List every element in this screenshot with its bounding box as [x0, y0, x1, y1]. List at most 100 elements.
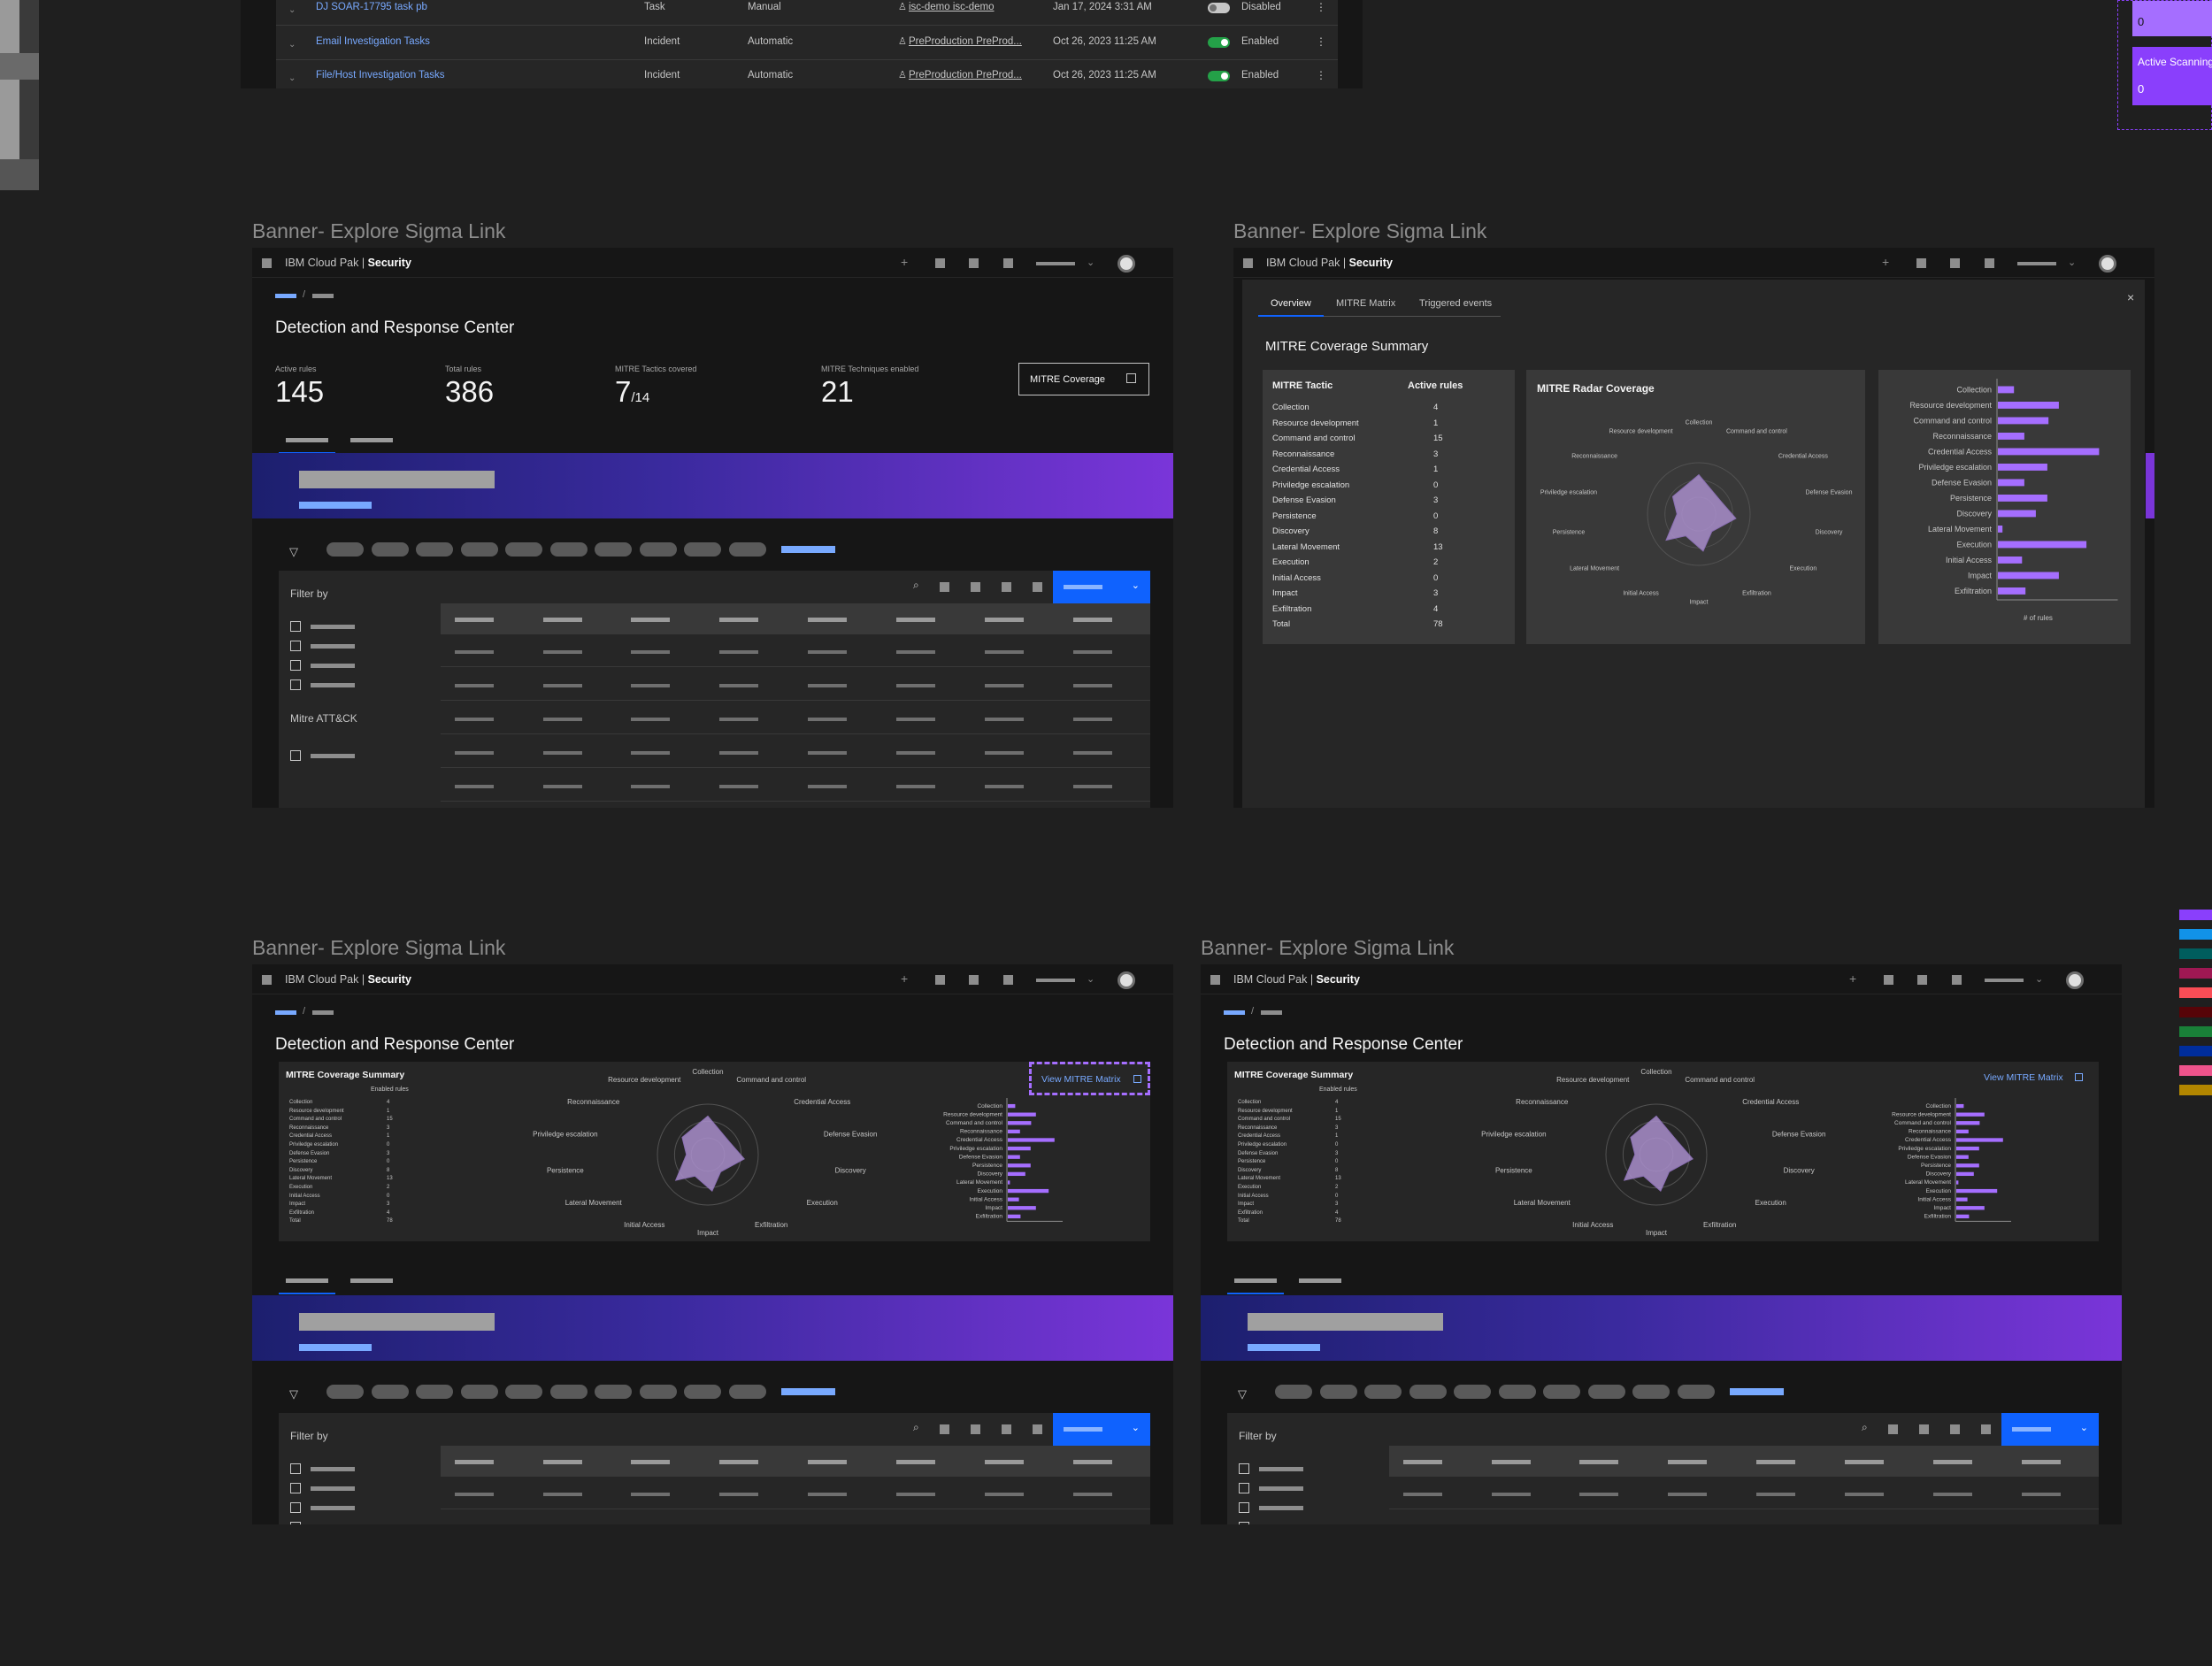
- filter-pill[interactable]: [728, 542, 766, 557]
- header-icon[interactable]: [1985, 258, 1994, 268]
- breadcrumb-item[interactable]: [1224, 1010, 1245, 1015]
- header-icon[interactable]: [935, 975, 945, 985]
- filter-icon[interactable]: ▽: [289, 1387, 298, 1401]
- filter-pill[interactable]: [549, 542, 588, 557]
- toolbar-icon[interactable]: [940, 1424, 949, 1434]
- filter-pill[interactable]: [460, 542, 498, 557]
- header-icon[interactable]: [969, 258, 979, 268]
- tab[interactable]: [350, 1278, 393, 1283]
- filter-pill[interactable]: [684, 1385, 721, 1399]
- filter-pill[interactable]: [326, 542, 364, 557]
- tab[interactable]: [286, 1278, 328, 1283]
- filter-pill[interactable]: [639, 542, 677, 557]
- chevron-down-icon[interactable]: ⌄: [1087, 973, 1094, 985]
- filter-checkbox[interactable]: [290, 621, 301, 632]
- primary-dropdown-button[interactable]: ⌄: [1053, 1413, 1150, 1446]
- overflow-menu-icon[interactable]: ⋮: [1316, 1, 1326, 13]
- filter-checkbox[interactable]: [1239, 1502, 1249, 1513]
- filter-pill[interactable]: [549, 1385, 588, 1399]
- breadcrumb-item[interactable]: [312, 294, 334, 298]
- filter-pill[interactable]: [326, 1385, 364, 1399]
- account-select[interactable]: [1036, 979, 1075, 982]
- avatar[interactable]: [2099, 255, 2116, 273]
- view-mitre-matrix-link[interactable]: View MITRE Matrix: [1978, 1069, 2093, 1088]
- row-name-link[interactable]: File/Host Investigation Tasks: [316, 70, 445, 81]
- avatar[interactable]: [1118, 971, 1135, 989]
- product-name[interactable]: IBM Cloud Pak | Security: [1266, 257, 1393, 269]
- tab-overview[interactable]: Overview: [1271, 298, 1311, 309]
- column-header[interactable]: [1403, 1460, 1442, 1464]
- product-name[interactable]: IBM Cloud Pak | Security: [285, 257, 411, 269]
- filter-pill[interactable]: [1587, 1385, 1625, 1399]
- filter-icon[interactable]: ▽: [1238, 1387, 1247, 1401]
- toolbar-icon[interactable]: [1033, 582, 1042, 592]
- column-header[interactable]: [985, 1460, 1024, 1464]
- tab-mitre-matrix[interactable]: MITRE Matrix: [1336, 298, 1395, 309]
- menu-icon[interactable]: [262, 258, 272, 268]
- plus-icon[interactable]: +: [901, 255, 908, 269]
- filter-checkbox[interactable]: [290, 1522, 301, 1524]
- column-header[interactable]: [631, 1460, 670, 1464]
- toolbar-icon[interactable]: [1002, 582, 1011, 592]
- column-header[interactable]: [543, 1460, 582, 1464]
- tab[interactable]: [350, 438, 393, 442]
- filter-checkbox[interactable]: [290, 660, 301, 671]
- toolbar-icon[interactable]: [1950, 1424, 1960, 1434]
- header-icon[interactable]: [1003, 975, 1013, 985]
- column-header[interactable]: [1579, 1460, 1618, 1464]
- filter-checkbox[interactable]: [290, 641, 301, 651]
- primary-dropdown-button[interactable]: ⌄: [1053, 571, 1150, 603]
- filter-checkbox[interactable]: [290, 750, 301, 761]
- filter-checkbox[interactable]: [290, 1463, 301, 1474]
- header-icon[interactable]: [1950, 258, 1960, 268]
- menu-icon[interactable]: [1243, 258, 1253, 268]
- filter-pill[interactable]: [416, 542, 453, 557]
- filter-checkbox[interactable]: [1239, 1522, 1249, 1524]
- overflow-menu-icon[interactable]: ⋮: [1316, 35, 1326, 48]
- plus-icon[interactable]: +: [1849, 971, 1856, 986]
- filter-pill[interactable]: [1677, 1385, 1715, 1399]
- column-header[interactable]: [1668, 1460, 1707, 1464]
- filter-checkbox[interactable]: [290, 1502, 301, 1513]
- toolbar-icon[interactable]: [1002, 1424, 1011, 1434]
- column-header[interactable]: [1073, 1460, 1112, 1464]
- header-icon[interactable]: [935, 258, 945, 268]
- row-owner-link[interactable]: PreProduction PreProd...: [909, 70, 1022, 81]
- mitre-coverage-button[interactable]: MITRE Coverage: [1018, 363, 1149, 395]
- menu-icon[interactable]: [1210, 975, 1220, 985]
- status-toggle[interactable]: [1208, 71, 1230, 81]
- column-header[interactable]: [1933, 1460, 1972, 1464]
- clear-filters-link[interactable]: [1730, 1388, 1784, 1395]
- chevron-down-icon[interactable]: ⌄: [2035, 973, 2043, 985]
- column-header[interactable]: [2022, 1460, 2061, 1464]
- search-icon[interactable]: ⌕: [913, 1421, 919, 1434]
- filter-pill[interactable]: [1319, 1385, 1357, 1399]
- column-header[interactable]: [896, 618, 935, 622]
- tab[interactable]: [286, 438, 328, 442]
- column-header[interactable]: [808, 1460, 847, 1464]
- header-icon[interactable]: [1003, 258, 1013, 268]
- filter-icon[interactable]: ▽: [289, 545, 298, 559]
- clear-filters-link[interactable]: [781, 546, 835, 553]
- search-icon[interactable]: ⌕: [913, 579, 919, 592]
- breadcrumb-item[interactable]: [275, 1010, 296, 1015]
- filter-pill[interactable]: [460, 1385, 498, 1399]
- menu-icon[interactable]: [262, 975, 272, 985]
- column-header[interactable]: [985, 618, 1024, 622]
- column-header[interactable]: [1845, 1460, 1884, 1464]
- account-select[interactable]: [1036, 262, 1075, 265]
- filter-pill[interactable]: [1498, 1385, 1536, 1399]
- filter-pill[interactable]: [505, 542, 542, 557]
- close-icon[interactable]: ×: [2127, 290, 2134, 304]
- filter-pill[interactable]: [371, 1385, 409, 1399]
- filter-checkbox[interactable]: [1239, 1463, 1249, 1474]
- toolbar-icon[interactable]: [971, 582, 980, 592]
- primary-dropdown-button[interactable]: ⌄: [2001, 1413, 2099, 1446]
- tab-triggered-events[interactable]: Triggered events: [1419, 298, 1492, 309]
- row-owner-link[interactable]: isc-demo isc-demo: [909, 2, 995, 12]
- chevron-down-icon[interactable]: ⌄: [1087, 257, 1094, 268]
- filter-pill[interactable]: [1364, 1385, 1402, 1399]
- header-icon[interactable]: [1916, 258, 1926, 268]
- column-header[interactable]: [1073, 618, 1112, 622]
- view-mitre-matrix-link[interactable]: View MITRE Matrix: [1029, 1062, 1150, 1095]
